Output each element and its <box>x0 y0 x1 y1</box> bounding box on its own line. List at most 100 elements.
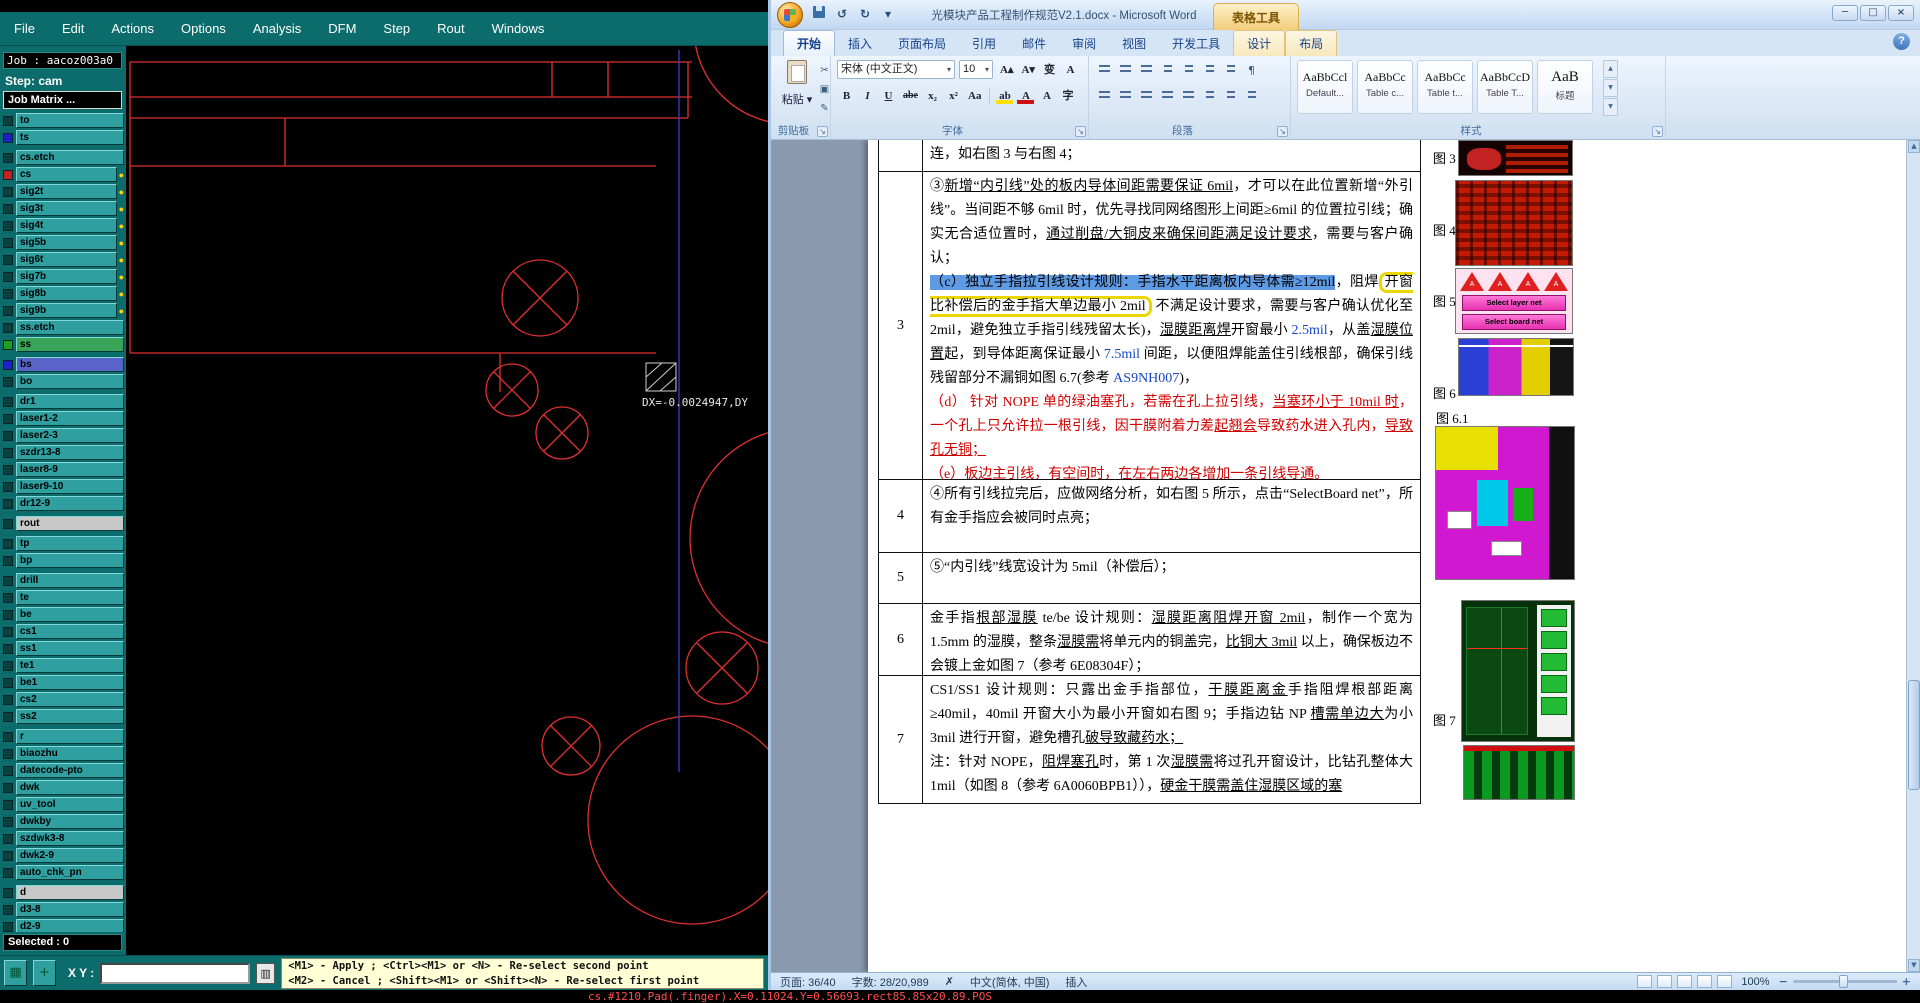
layer-color-swatch[interactable] <box>3 237 13 248</box>
row-text-cell[interactable]: ⑤“内引线”线宽设计为 5mil（补偿后）； <box>923 553 1420 603</box>
asian-layout-button[interactable] <box>1200 61 1219 79</box>
options-mini-button[interactable]: ▥ <box>256 962 276 984</box>
layer-button-szdwk3-8[interactable]: szdwk3-8 <box>16 831 124 846</box>
layer-color-swatch[interactable] <box>3 396 13 407</box>
sort-button[interactable] <box>1221 61 1240 79</box>
layer-button-ts[interactable]: ts <box>16 130 124 145</box>
tab-引用[interactable]: 引用 <box>959 31 1009 56</box>
layer-color-swatch[interactable] <box>3 643 13 654</box>
layer-color-swatch[interactable] <box>3 498 13 509</box>
tab-设计[interactable]: 设计 <box>1233 30 1286 56</box>
layer-color-swatch[interactable] <box>3 731 13 742</box>
zoom-slider-thumb[interactable] <box>1838 975 1848 988</box>
print-layout-view-button[interactable] <box>1637 975 1653 988</box>
layer-button-laser1-2[interactable]: laser1-2 <box>16 411 124 426</box>
superscript-button[interactable]: x² <box>944 86 963 105</box>
office-button[interactable] <box>777 2 803 28</box>
clipboard-dialog-launcher[interactable]: ↘ <box>817 126 828 137</box>
layer-button-sig4t[interactable]: sig4t <box>16 218 117 233</box>
layer-button-sig9b[interactable]: sig9b <box>16 303 117 318</box>
figure-3-image[interactable] <box>1458 140 1573 176</box>
layer-color-swatch[interactable] <box>3 203 13 214</box>
layer-color-swatch[interactable] <box>3 748 13 759</box>
decrease-indent-button[interactable] <box>1158 61 1177 79</box>
menu-file[interactable]: File <box>14 21 35 36</box>
zoom-slider[interactable] <box>1792 975 1897 988</box>
layer-button-sig6t[interactable]: sig6t <box>16 252 117 267</box>
menu-windows[interactable]: Windows <box>492 21 545 36</box>
layer-color-swatch[interactable] <box>3 575 13 586</box>
layer-color-swatch[interactable] <box>3 152 13 163</box>
layer-color-swatch[interactable] <box>3 132 13 143</box>
layer-button-be[interactable]: be <box>16 607 124 622</box>
scroll-up-arrow[interactable]: ▲ <box>1908 140 1920 153</box>
paste-button[interactable]: 粘贴 ▾ <box>779 60 815 122</box>
layer-button-cs.etch[interactable]: cs.etch <box>16 150 124 165</box>
crosshair-toggle-button[interactable]: + <box>33 960 56 986</box>
layer-button-cs1[interactable]: cs1 <box>16 624 124 639</box>
layer-color-swatch[interactable] <box>3 413 13 424</box>
layer-color-swatch[interactable] <box>3 711 13 722</box>
line-spacing-button[interactable] <box>1200 87 1219 105</box>
layer-button-bo[interactable]: bo <box>16 374 124 389</box>
tab-页面布局[interactable]: 页面布局 <box>885 31 959 56</box>
row-text-cell[interactable]: 连，如右图 3 与右图 4； <box>923 140 1420 171</box>
italic-button[interactable]: I <box>858 86 877 105</box>
layer-color-swatch[interactable] <box>3 359 13 370</box>
layer-color-swatch[interactable] <box>3 904 13 915</box>
page-indicator[interactable]: 页面: 36/40 <box>780 974 836 990</box>
job-matrix-button[interactable]: Job Matrix ... <box>3 91 122 109</box>
gallery-down-button[interactable]: ▼ <box>1603 79 1618 97</box>
layer-color-swatch[interactable] <box>3 782 13 793</box>
clear-formatting-button[interactable]: A <box>1061 60 1080 79</box>
layer-color-swatch[interactable] <box>3 322 13 333</box>
menu-analysis[interactable]: Analysis <box>253 21 301 36</box>
layer-button-biaozhu[interactable]: biaozhu <box>16 746 124 761</box>
font-dialog-launcher[interactable]: ↘ <box>1075 126 1086 137</box>
layer-color-swatch[interactable] <box>3 305 13 316</box>
layer-button-dwk2-9[interactable]: dwk2-9 <box>16 848 124 863</box>
format-painter-button[interactable]: ✎ <box>817 102 832 116</box>
layer-color-swatch[interactable] <box>3 592 13 603</box>
shading-button[interactable] <box>1221 87 1240 105</box>
tab-开发工具[interactable]: 开发工具 <box>1159 31 1233 56</box>
tab-插入[interactable]: 插入 <box>835 31 885 56</box>
style-标题[interactable]: AaB 标题 <box>1537 60 1593 114</box>
paragraph-dialog-launcher[interactable]: ↘ <box>1277 126 1288 137</box>
cut-button[interactable]: ✂ <box>817 64 832 78</box>
copy-button[interactable]: ▣ <box>817 83 832 97</box>
layer-color-swatch[interactable] <box>3 481 13 492</box>
distribute-button[interactable] <box>1179 87 1198 105</box>
tab-邮件[interactable]: 邮件 <box>1009 31 1059 56</box>
layer-color-swatch[interactable] <box>3 186 13 197</box>
insert-mode-indicator[interactable]: 插入 <box>1065 974 1087 990</box>
outline-view-button[interactable] <box>1697 975 1713 988</box>
close-button[interactable]: × <box>1888 5 1914 21</box>
style-Table t...[interactable]: AaBbCc Table t... <box>1417 60 1473 114</box>
layer-color-swatch[interactable] <box>3 850 13 861</box>
save-button[interactable] <box>811 6 827 22</box>
vertical-scrollbar[interactable]: ▲ ▼ <box>1906 140 1920 972</box>
layer-button-ss2[interactable]: ss2 <box>16 709 124 724</box>
figure-6-image[interactable] <box>1458 338 1574 396</box>
font-size-combo[interactable]: 10 ▾ <box>959 60 993 79</box>
layer-button-sig3t[interactable]: sig3t <box>16 201 117 216</box>
layer-color-swatch[interactable] <box>3 339 13 350</box>
borders-button[interactable] <box>1242 87 1261 105</box>
layer-button-tp[interactable]: tp <box>16 536 124 551</box>
font-color-button[interactable]: A <box>1016 86 1035 105</box>
layer-button-d[interactable]: d <box>16 885 124 900</box>
bullets-button[interactable] <box>1095 61 1114 79</box>
layer-button-cs[interactable]: cs <box>16 167 117 182</box>
layer-color-swatch[interactable] <box>3 220 13 231</box>
multilevel-list-button[interactable] <box>1137 61 1156 79</box>
menu-actions[interactable]: Actions <box>111 21 154 36</box>
layer-button-d3-8[interactable]: d3-8 <box>16 902 124 917</box>
layer-color-swatch[interactable] <box>3 115 13 126</box>
layer-color-swatch[interactable] <box>3 677 13 688</box>
layer-button-sig8b[interactable]: sig8b <box>16 286 117 301</box>
layer-color-swatch[interactable] <box>3 555 13 566</box>
layer-button-te1[interactable]: te1 <box>16 658 124 673</box>
layer-color-swatch[interactable] <box>3 538 13 549</box>
layer-button-dwk[interactable]: dwk <box>16 780 124 795</box>
